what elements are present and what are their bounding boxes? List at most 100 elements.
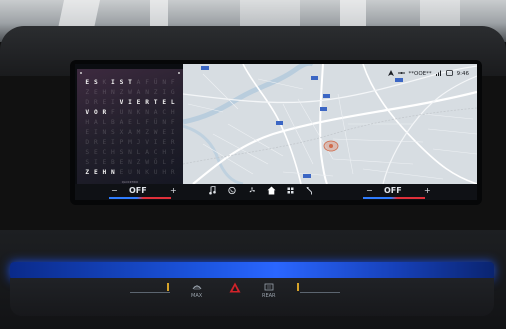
hazard-button[interactable] xyxy=(229,282,241,295)
word-clock-letter: S xyxy=(85,159,90,166)
infotainment-screen: ESKISTAFÜNFZEHNZWANZIGDREIVIERTELVORFUNK… xyxy=(75,64,477,200)
phone-button[interactable] xyxy=(228,186,236,198)
word-clock-letter: E xyxy=(93,149,98,156)
word-clock-letter: S xyxy=(119,79,124,86)
word-clock-letter: G xyxy=(170,89,175,96)
word-clock-letter: T xyxy=(170,149,175,156)
word-clock-letter: E xyxy=(162,99,167,106)
word-clock-letter: S xyxy=(85,149,90,156)
word-clock-letter: K xyxy=(145,169,149,176)
clock-time: 9:46 xyxy=(456,71,469,77)
word-clock-letter: Z xyxy=(85,169,90,176)
back-button[interactable] xyxy=(306,186,313,198)
apps-grid-icon xyxy=(287,187,294,194)
word-clock-letter: E xyxy=(162,129,167,136)
fan-icon xyxy=(249,187,256,193)
word-clock-letter: B xyxy=(111,159,115,166)
word-clock-letter: F xyxy=(170,159,175,166)
word-clock-letter: E xyxy=(119,159,124,166)
music-note-icon xyxy=(209,185,216,195)
right-temp-decrease-button[interactable]: − xyxy=(366,186,373,196)
left-temp-decrease-button[interactable]: − xyxy=(111,186,118,196)
word-clock-letter: E xyxy=(128,119,132,126)
connectivity-icon xyxy=(397,70,405,78)
word-clock-letter: W xyxy=(153,129,158,136)
right-temp-indicator xyxy=(363,197,425,199)
word-clock-letter: I xyxy=(170,129,175,136)
left-temp-indicator xyxy=(109,197,171,199)
apps-button[interactable] xyxy=(287,186,294,198)
right-temp-value[interactable]: OFF xyxy=(384,186,402,196)
home-button[interactable] xyxy=(267,186,276,198)
word-clock-letter: C xyxy=(162,109,167,116)
right-temp-increase-button[interactable]: + xyxy=(424,186,431,196)
home-icon xyxy=(267,186,276,195)
word-clock-letter: E xyxy=(136,99,141,106)
word-clock-letter: E xyxy=(102,99,107,106)
word-clock-letter: A xyxy=(93,119,98,126)
clock-minute-dot xyxy=(178,72,180,74)
word-clock-letter: F xyxy=(170,79,175,86)
word-clock-letter: R xyxy=(93,99,98,106)
navigation-map[interactable]: **OOE** 9:46 xyxy=(183,64,477,184)
word-clock-letter: A xyxy=(128,129,132,136)
clock-minute-dot xyxy=(80,72,82,74)
word-clock-letter: M xyxy=(128,139,132,146)
word-clock-letter: N xyxy=(102,129,107,136)
hazard-triangle-icon xyxy=(229,282,241,293)
rear-defrost-button[interactable]: REAR xyxy=(262,283,276,299)
word-clock-letter: I xyxy=(162,89,167,96)
max-defrost-button[interactable]: MAX xyxy=(191,283,202,299)
defrost-rear-icon xyxy=(264,283,274,291)
back-arrow-icon xyxy=(306,187,312,195)
word-clock-letter: H xyxy=(111,149,115,156)
word-clock-letter: T xyxy=(153,99,158,106)
word-clock-letter: W xyxy=(128,89,132,96)
word-clock-letter: F xyxy=(145,119,149,126)
word-clock-letter: C xyxy=(153,149,158,156)
word-clock-letter: A xyxy=(136,79,141,86)
left-temp-slider[interactable] xyxy=(130,292,170,293)
word-clock-letter: E xyxy=(85,79,90,86)
word-clock-letter: I xyxy=(93,159,98,166)
word-clock-letter: I xyxy=(111,99,115,106)
word-clock-letter: E xyxy=(93,89,98,96)
word-clock-letter: Z xyxy=(153,89,158,96)
word-clock-widget[interactable]: ESKISTAFÜNFZEHNZWANZIGDREIVIERTELVORFUNK… xyxy=(77,69,183,187)
word-clock-letter: H xyxy=(170,109,175,116)
map-canvas xyxy=(183,64,477,184)
defrost-front-icon xyxy=(192,285,201,290)
word-clock-letter: N xyxy=(128,109,132,116)
word-clock-letter: Z xyxy=(136,159,141,166)
word-clock-letter: N xyxy=(162,79,167,86)
word-clock-letter: U xyxy=(128,169,132,176)
word-clock-letter: A xyxy=(136,89,141,96)
word-clock-letter: L xyxy=(162,159,167,166)
word-clock-letter: Z xyxy=(145,129,149,136)
word-clock-letter: N xyxy=(128,159,132,166)
word-clock-letter: N xyxy=(111,169,115,176)
word-clock-letter: I xyxy=(93,129,98,136)
word-clock-letter: H xyxy=(102,169,107,176)
word-clock-letter: S xyxy=(119,149,124,156)
signal-icon xyxy=(435,70,442,78)
phone-icon xyxy=(228,186,236,195)
word-clock-letter: V xyxy=(145,139,149,146)
status-bar: **OOE** 9:46 xyxy=(387,70,469,78)
fan-button[interactable] xyxy=(248,186,256,198)
word-clock-letter: A xyxy=(145,149,149,156)
word-clock-letter: E xyxy=(102,139,107,146)
word-clock-letter: O xyxy=(93,109,98,116)
word-clock-letter: Z xyxy=(85,89,90,96)
word-clock-letter: R xyxy=(170,139,175,146)
word-clock-letter: E xyxy=(85,129,90,136)
media-button[interactable] xyxy=(209,185,216,198)
word-clock-letter: W xyxy=(145,159,149,166)
left-temp-value[interactable]: OFF xyxy=(129,186,147,196)
right-temp-slider[interactable] xyxy=(300,292,340,293)
left-temp-increase-button[interactable]: + xyxy=(170,186,177,196)
status-center-text: **OOE** xyxy=(408,71,432,77)
word-clock-letter: Ü xyxy=(153,79,158,86)
word-clock-letter: T xyxy=(128,79,132,86)
word-clock-letter: F xyxy=(170,119,175,126)
